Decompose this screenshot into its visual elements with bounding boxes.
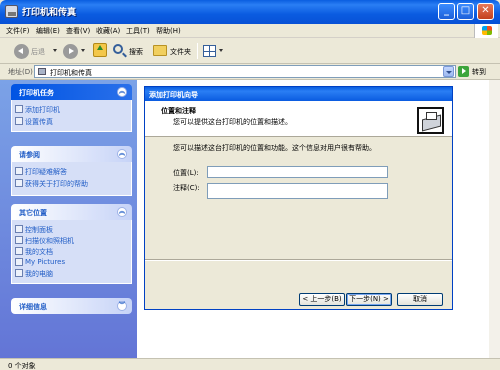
see-also-body: 打印疑难解答 获得关于打印的帮助 (11, 162, 132, 196)
menu-edit[interactable]: 编辑(E) (36, 26, 60, 36)
go-arrow-icon[interactable] (458, 66, 469, 77)
location-field[interactable] (207, 166, 388, 178)
forward-dropdown-icon[interactable] (81, 49, 85, 52)
address-label: 地址(D) (8, 68, 33, 76)
see-also-title: 请参阅 (19, 151, 40, 159)
wizard-divider (145, 259, 452, 261)
windows-logo-icon (474, 24, 498, 38)
views-icon[interactable] (203, 45, 216, 57)
go-button[interactable]: 转到 (458, 65, 498, 78)
menu-bar: 文件(F) 编辑(E) 查看(V) 收藏(A) 工具(T) 帮助(H) (0, 24, 500, 38)
back-button-label[interactable]: 后退 (31, 47, 45, 57)
cancel-button[interactable]: 取消 (397, 293, 443, 306)
toolbar-separator (197, 43, 198, 59)
toolbar: 后退 搜索 文件夹 (0, 38, 500, 64)
folders-button[interactable]: 文件夹 (170, 47, 191, 57)
control-panel-icon (15, 225, 23, 233)
task-add-printer[interactable]: 添加打印机 (25, 105, 60, 115)
printer-tasks-group: 打印机任务 ︽ 添加打印机 设置传真 (11, 84, 132, 132)
up-folder-icon[interactable] (93, 43, 107, 57)
search-button[interactable]: 搜索 (129, 47, 143, 57)
title-bar[interactable]: 打印机和传真 _ □ ✕ (0, 0, 500, 24)
other-places-group: 其它位置 ︽ 控制面板 扫描仪和照相机 我的文档 My Pictures 我的电… (11, 204, 132, 284)
my-pictures-icon (15, 258, 23, 266)
collapse-chevron-icon[interactable]: ︽ (117, 87, 127, 97)
help-icon (15, 179, 23, 187)
wizard-header: 位置和注释 您可以提供这台打印机的位置和描述。 (145, 101, 452, 137)
menu-tools[interactable]: 工具(T) (126, 26, 150, 36)
other-places-body: 控制面板 扫描仪和照相机 我的文档 My Pictures 我的电脑 (11, 220, 132, 284)
comment-field[interactable] (207, 183, 388, 199)
other-places-title: 其它位置 (19, 209, 47, 217)
next-button[interactable]: 下一步(N) > (346, 293, 392, 306)
forward-arrow-icon[interactable] (63, 44, 78, 59)
place-my-pictures[interactable]: My Pictures (25, 258, 65, 266)
minimize-button[interactable]: _ (438, 3, 455, 20)
maximize-button[interactable]: □ (457, 3, 474, 20)
folders-icon[interactable] (153, 45, 167, 56)
link-print-help[interactable]: 获得关于打印的帮助 (25, 179, 88, 189)
menu-help[interactable]: 帮助(H) (156, 26, 181, 36)
place-control-panel[interactable]: 控制面板 (25, 225, 53, 235)
wizard-step-title: 位置和注释 (161, 107, 196, 115)
expand-chevron-icon[interactable]: ︾ (117, 301, 127, 311)
go-button-label[interactable]: 转到 (472, 67, 486, 77)
fax-setup-icon (15, 117, 23, 125)
my-computer-icon (15, 269, 23, 277)
address-value[interactable]: 打印机和传真 (50, 68, 92, 78)
menu-favorites[interactable]: 收藏(A) (96, 26, 120, 36)
search-icon[interactable] (113, 44, 123, 54)
printer-icon (417, 107, 444, 134)
status-bar: 0 个对象 (0, 358, 500, 370)
wizard-step-subtitle: 您可以提供这台打印机的位置和描述。 (173, 118, 292, 126)
see-also-header[interactable]: 请参阅 ︽ (11, 146, 132, 162)
collapse-chevron-icon[interactable]: ︽ (117, 207, 127, 217)
location-label: 位置(L): (173, 169, 199, 177)
window-title: 打印机和传真 (22, 8, 77, 18)
task-setup-fax[interactable]: 设置传真 (25, 117, 53, 127)
add-printer-icon (15, 105, 23, 113)
printer-folder-icon (5, 5, 18, 18)
views-dropdown-icon[interactable] (219, 49, 223, 52)
wizard-description: 您可以描述这台打印机的位置和功能。这个信息对用户很有帮助。 (173, 144, 376, 152)
add-printer-wizard-dialog: 添加打印机向导 位置和注释 您可以提供这台打印机的位置和描述。 您可以描述这台打… (144, 86, 453, 310)
printer-tasks-body: 添加打印机 设置传真 (11, 100, 132, 132)
menu-file[interactable]: 文件(F) (6, 26, 30, 36)
close-button[interactable]: ✕ (477, 3, 494, 20)
details-group: 详细信息 ︾ (11, 298, 132, 314)
details-title: 详细信息 (19, 303, 47, 311)
collapse-chevron-icon[interactable]: ︽ (117, 149, 127, 159)
place-my-computer[interactable]: 我的电脑 (25, 269, 53, 279)
details-header[interactable]: 详细信息 ︾ (11, 298, 132, 314)
help-icon (15, 167, 23, 175)
link-print-troubleshooter[interactable]: 打印疑难解答 (25, 167, 67, 177)
place-my-documents[interactable]: 我的文档 (25, 247, 53, 257)
printer-tasks-title: 打印机任务 (19, 89, 54, 97)
my-documents-icon (15, 247, 23, 255)
see-also-group: 请参阅 ︽ 打印疑难解答 获得关于打印的帮助 (11, 146, 132, 196)
printer-folder-icon (38, 68, 46, 75)
wizard-title: 添加打印机向导 (149, 91, 198, 99)
comment-label: 注释(C): (173, 184, 200, 192)
address-bar: 地址(D) 打印机和传真 转到 (0, 64, 500, 80)
back-arrow-icon[interactable] (14, 44, 29, 59)
wizard-title-bar[interactable]: 添加打印机向导 (145, 87, 452, 101)
menu-view[interactable]: 查看(V) (66, 26, 90, 36)
place-scanners-cameras[interactable]: 扫描仪和照相机 (25, 236, 74, 246)
address-dropdown-icon[interactable] (443, 66, 454, 77)
vertical-scrollbar[interactable] (489, 80, 500, 358)
address-field[interactable]: 打印机和传真 (34, 65, 456, 78)
back-button[interactable]: < 上一步(B) (299, 293, 345, 306)
back-dropdown-icon[interactable] (53, 49, 57, 52)
scanner-camera-icon (15, 236, 23, 244)
object-count: 0 个对象 (8, 362, 36, 370)
other-places-header[interactable]: 其它位置 ︽ (11, 204, 132, 220)
task-pane: 打印机任务 ︽ 添加打印机 设置传真 请参阅 ︽ 打印疑难解答 获得关于打印的帮… (0, 80, 137, 358)
printer-tasks-header[interactable]: 打印机任务 ︽ (11, 84, 132, 100)
